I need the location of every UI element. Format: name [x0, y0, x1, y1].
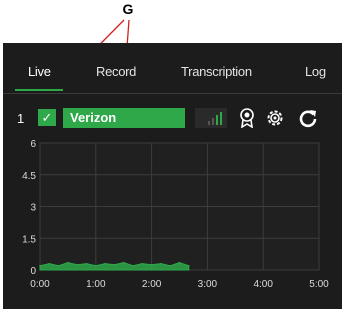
- device-row: 1 ✓ Verizon: [3, 107, 342, 131]
- tab-record[interactable]: Record: [96, 64, 136, 79]
- series-point: [104, 262, 106, 265]
- series-point: [57, 264, 60, 267]
- x-tick-label: 0:00: [30, 279, 50, 290]
- series-point: [48, 262, 51, 265]
- y-tick-label: 1.5: [22, 234, 36, 245]
- y-tick-label: 3: [30, 203, 36, 214]
- award-icon[interactable]: [236, 107, 258, 129]
- x-tick-label: 4:00: [253, 279, 273, 290]
- x-tick-label: 3:00: [198, 279, 218, 290]
- settings-gear-icon[interactable]: [264, 107, 286, 129]
- x-tick-label: 2:00: [142, 279, 162, 290]
- tab-log[interactable]: Log: [305, 64, 326, 79]
- check-icon: ✓: [41, 109, 53, 125]
- device-checkbox[interactable]: ✓: [38, 109, 56, 126]
- series-point: [122, 261, 125, 264]
- series-point: [178, 261, 181, 264]
- active-tab-indicator: [15, 89, 63, 91]
- tab-bar: Live Record Transcription Log: [3, 43, 342, 94]
- series-point: [141, 262, 144, 265]
- y-tick-label: 0: [30, 266, 36, 277]
- series-point: [169, 264, 171, 267]
- y-tick-label: 4.5: [22, 171, 36, 182]
- series-point: [67, 261, 69, 264]
- x-tick-label: 5:00: [309, 279, 329, 290]
- series-point: [95, 264, 97, 267]
- live-signal-chart: 6 4.5 3 1.5 0 0:00 1:00 2:00 3:00 4:00 5:00: [22, 139, 329, 290]
- signal-strength-icon: [195, 108, 227, 128]
- tab-transcription[interactable]: Transcription: [181, 64, 252, 79]
- series-point: [150, 263, 153, 266]
- x-tick-label: 1:00: [86, 279, 106, 290]
- series-point: [76, 263, 78, 266]
- device-index: 1: [17, 111, 25, 126]
- series-point: [188, 264, 190, 267]
- series-point: [85, 262, 88, 265]
- series-point: [113, 263, 116, 266]
- y-tick-label: 6: [30, 139, 36, 150]
- series-point: [132, 264, 134, 267]
- carrier-name-field[interactable]: Verizon: [63, 108, 185, 128]
- tab-live[interactable]: Live: [28, 64, 51, 79]
- app-panel: Live Record Transcription Log 1 ✓ Verizo…: [3, 43, 342, 309]
- series-point: [160, 262, 162, 265]
- series-point: [39, 264, 41, 267]
- refresh-icon[interactable]: [297, 107, 319, 129]
